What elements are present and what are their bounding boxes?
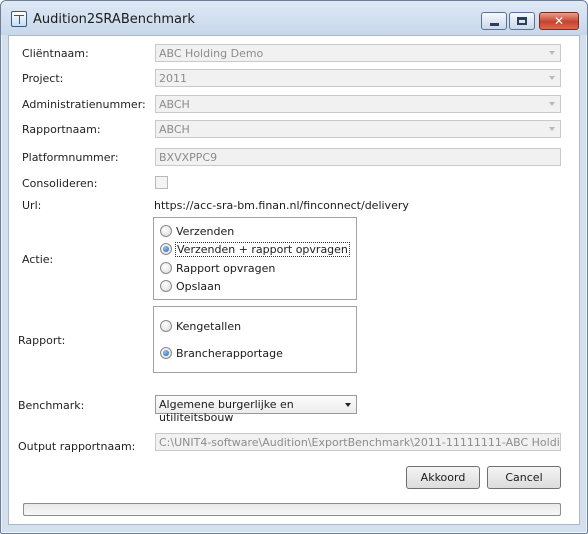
form-panel: Cliëntnaam: ABC Holding Demo Project: 20… [8,35,580,525]
chevron-down-icon [345,403,351,407]
rapportnaam-value: ABCH [159,123,190,136]
progress-bar [23,503,561,516]
platformnummer-field: BXVXPPC9 [155,148,561,166]
consolideren-checkbox [155,176,168,189]
actie-label: Actie: [22,253,54,266]
project-value: 2011 [159,72,187,85]
close-button[interactable]: ✕ [539,12,579,30]
radio-button[interactable] [160,320,172,332]
radio-label: Brancherapportage [176,346,283,360]
project-combo: 2011 [155,69,561,87]
clientnaam-combo: ABC Holding Demo [155,44,561,62]
benchmark-value: Algemene burgerlijke en utiliteitsbouw [159,398,294,424]
benchmark-dropdown[interactable]: Algemene burgerlijke en utiliteitsbouw [155,395,357,424]
dialog-window: Audition2SRABenchmark ✕ Cliëntnaam: ABC … [0,0,588,534]
cancel-button[interactable]: Cancel [487,466,561,489]
actie-option-verzenden[interactable]: Verzenden [160,224,234,238]
minimize-button[interactable] [481,12,507,30]
url-label: Url: [22,199,42,212]
chevron-down-icon [549,102,555,106]
radio-label: Verzenden [176,224,235,238]
title-bar[interactable]: Audition2SRABenchmark ✕ [1,1,587,35]
radio-button[interactable] [160,262,172,274]
radio-label: Verzenden + rapport opvragen [175,241,350,257]
chevron-down-icon [549,51,555,55]
radio-button-selected[interactable] [160,347,172,359]
rapport-label: Rapport: [18,334,66,347]
url-value: https://acc-sra-bm.finan.nl/finconnect/d… [154,199,409,212]
actie-option-rapport-opvragen[interactable]: Rapport opvragen [160,261,275,275]
akkoord-button[interactable]: Akkoord [406,466,480,489]
project-label: Project: [22,72,64,85]
actie-option-verzenden-rapport[interactable]: Verzenden + rapport opvragen [160,241,350,257]
chevron-down-icon [549,76,555,80]
radio-button[interactable] [160,280,172,292]
actie-option-opslaan[interactable]: Opslaan [160,279,221,293]
actie-group: Verzenden Verzenden + rapport opvragen R… [153,217,357,300]
platformnummer-label: Platformnummer: [22,151,119,164]
administratienummer-combo: ABCH [155,95,561,113]
radio-button-selected[interactable] [160,243,172,255]
consolideren-label: Consolideren: [22,177,98,190]
benchmark-label: Benchmark: [18,399,85,412]
window-title: Audition2SRABenchmark [33,12,195,27]
rapport-group: Kengetallen Brancherapportage [153,306,357,373]
radio-label: Rapport opvragen [176,261,276,275]
administratienummer-label: Administratienummer: [22,98,146,111]
minimize-icon [489,22,499,26]
rapport-option-brancherapportage[interactable]: Brancherapportage [160,346,283,360]
rapport-option-kengetallen[interactable]: Kengetallen [160,319,241,333]
rapportnaam-label: Rapportnaam: [22,123,101,136]
chevron-down-icon [549,127,555,131]
radio-label: Kengetallen [176,319,242,333]
maximize-button[interactable] [509,12,535,30]
close-icon: ✕ [553,14,565,28]
clientnaam-value: ABC Holding Demo [159,47,264,60]
radio-label: Opslaan [176,279,221,293]
rapportnaam-combo: ABCH [155,120,561,138]
maximize-icon [517,17,527,25]
output-rapportnaam-field: C:\UNIT4-software\Audition\ExportBenchma… [155,433,561,451]
administratienummer-value: ABCH [159,98,190,111]
clientnaam-label: Cliëntnaam: [22,47,89,60]
radio-button[interactable] [160,225,172,237]
output-label: Output rapportnaam: [18,440,136,453]
app-icon [11,11,27,27]
